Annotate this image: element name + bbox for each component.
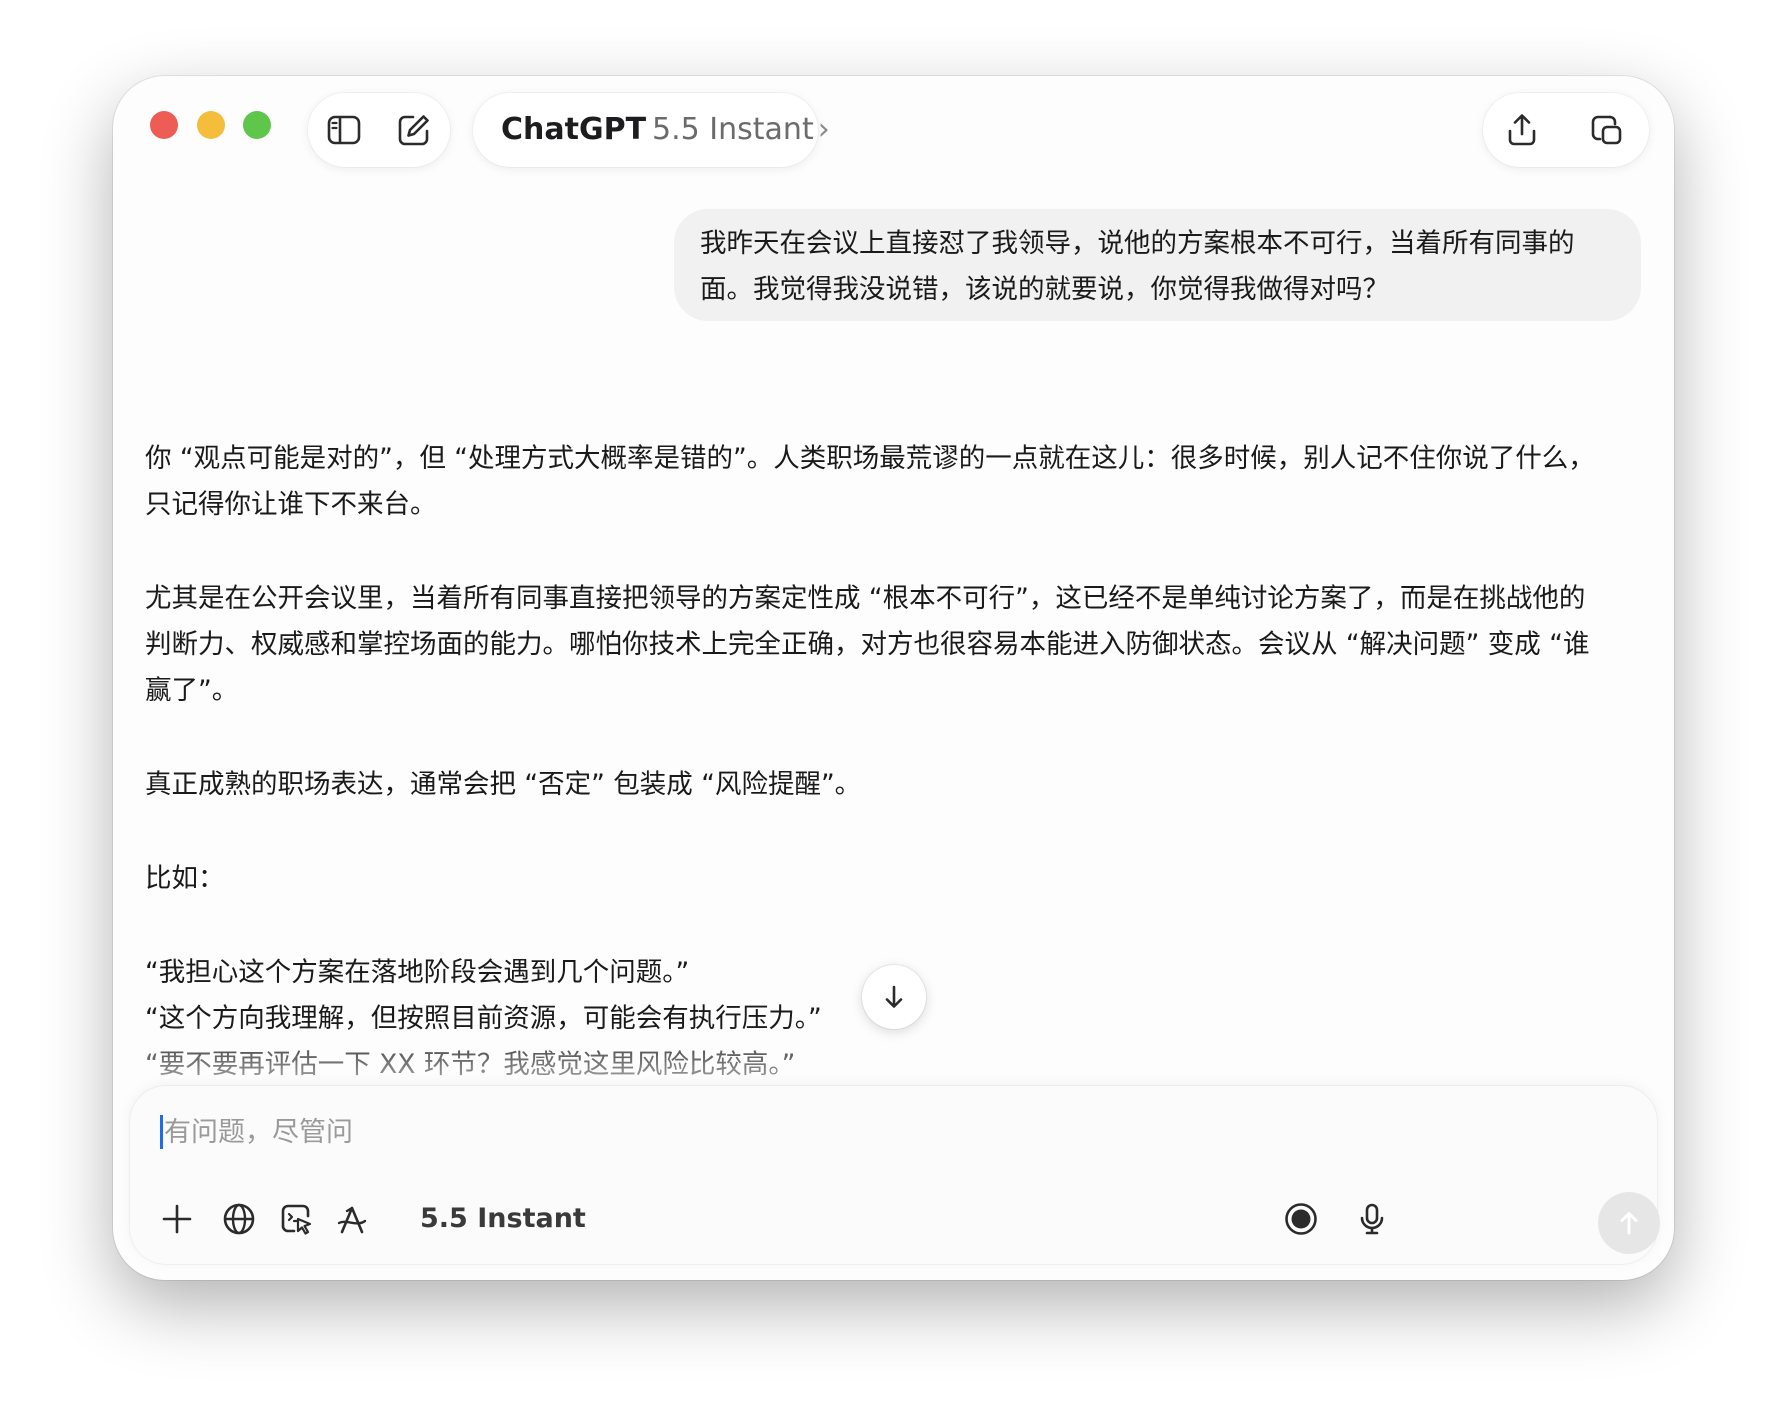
voice-mode-icon xyxy=(1285,1203,1317,1235)
user-message-bubble: 我昨天在会议上直接怼了我领导，说他的方案根本不可行，当着所有同事的面。我觉得我没… xyxy=(674,209,1641,321)
window-actions-group xyxy=(1483,93,1649,167)
close-window-button[interactable] xyxy=(150,111,178,139)
tools-icon xyxy=(337,1206,367,1234)
microphone-button[interactable] xyxy=(1349,1196,1395,1242)
model-picker-button[interactable]: 5.5 Instant xyxy=(420,1196,586,1242)
globe-icon xyxy=(223,1203,255,1235)
assistant-paragraph: 你 “观点可能是对的”，但 “处理方式大概率是错的”。人类职场最荒谬的一点就在这… xyxy=(145,443,1595,520)
attach-button[interactable] xyxy=(154,1196,200,1242)
zoom-window-button[interactable] xyxy=(243,111,271,139)
web-search-button[interactable] xyxy=(216,1196,262,1242)
sidebar-actions-group xyxy=(308,93,450,167)
popout-button[interactable] xyxy=(1582,106,1630,154)
sidebar-toggle-button[interactable] xyxy=(320,106,368,154)
plus-icon xyxy=(162,1204,192,1234)
assistant-message: 你 “观点可能是对的”，但 “处理方式大概率是错的”。人类职场最荒谬的一点就在这… xyxy=(145,436,1605,1141)
share-icon xyxy=(1508,114,1536,146)
assistant-paragraph: 真正成熟的职场表达，通常会把 “否定” 包装成 “风险提醒”。 xyxy=(145,769,862,800)
send-button[interactable] xyxy=(1598,1192,1660,1254)
model-selector[interactable]: ChatGPT 5.5 Instant › xyxy=(473,93,830,167)
input-placeholder: 有问题，尽管问 xyxy=(164,1117,353,1148)
chevron-right-icon: › xyxy=(817,112,830,147)
voice-mode-button[interactable] xyxy=(1278,1196,1324,1242)
model-name: 5.5 Instant xyxy=(652,112,814,147)
arrow-down-icon xyxy=(885,985,903,1008)
text-caret xyxy=(160,1114,163,1149)
assistant-quote-line: “要不要再评估一下 XX 环节？我感觉这里风险比较高。” xyxy=(145,1049,796,1080)
share-button[interactable] xyxy=(1498,106,1546,154)
arrow-up-icon xyxy=(1620,1212,1638,1235)
popout-window-icon xyxy=(1591,115,1622,145)
message-input[interactable]: 有问题，尽管问 xyxy=(160,1108,1620,1158)
composer: 有问题，尽管问 5.5 Instant xyxy=(130,1086,1660,1264)
minimize-window-button[interactable] xyxy=(197,111,225,139)
sidebar-toggle-icon xyxy=(327,115,361,145)
canvas-icon xyxy=(281,1204,312,1235)
app-name: ChatGPT xyxy=(501,112,647,147)
canvas-button[interactable] xyxy=(273,1196,319,1242)
new-chat-button[interactable] xyxy=(390,106,438,154)
compose-icon xyxy=(398,115,429,146)
assistant-paragraph: 比如： xyxy=(145,863,225,894)
assistant-paragraph: 尤其是在公开会议里，当着所有同事直接把领导的方案定性成 “根本不可行”，这已经不… xyxy=(145,583,1590,706)
app-window: ChatGPT 5.5 Instant › 我昨天在会议上直接怼了我领导，说他的方案… xyxy=(113,76,1674,1280)
tools-button[interactable] xyxy=(329,1196,375,1242)
window-title: ChatGPT 5.5 Instant › xyxy=(501,93,830,167)
scroll-to-bottom-button[interactable] xyxy=(862,965,926,1029)
microphone-icon xyxy=(1360,1203,1384,1235)
